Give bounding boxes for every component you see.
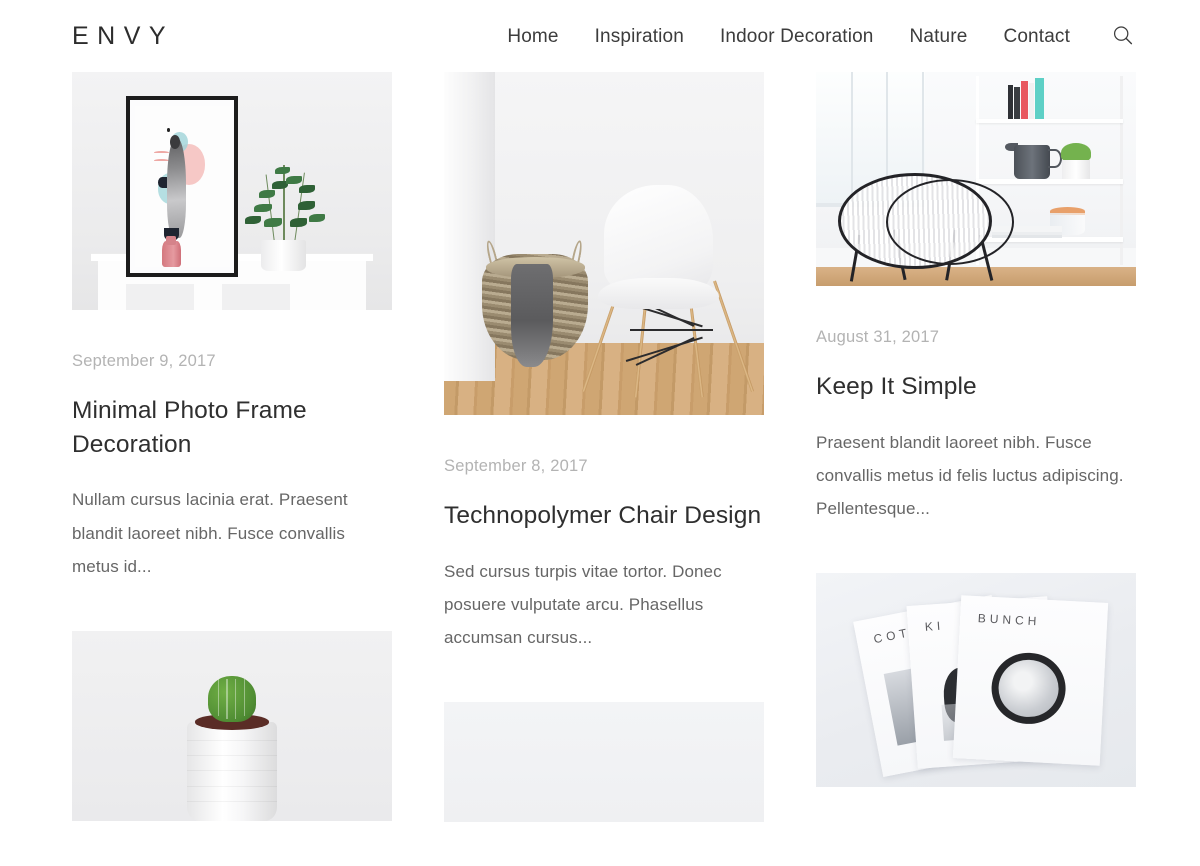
post-card[interactable]: September 8, 2017 Technopolymer Chair De… — [444, 72, 764, 654]
nav-item-inspiration[interactable]: Inspiration — [577, 27, 702, 46]
post-thumbnail-pale[interactable] — [444, 702, 764, 823]
post-thumbnail-framed-photo[interactable] — [72, 72, 392, 310]
main-navigation: Home Inspiration Indoor Decoration Natur… — [489, 23, 1140, 49]
post-title[interactable]: Minimal Photo Frame Decoration — [72, 394, 392, 462]
magazine-label-1: COT — [872, 625, 913, 647]
post-grid: September 9, 2017 Minimal Photo Frame De… — [0, 72, 1200, 866]
post-thumbnail-round-chair[interactable] — [816, 72, 1136, 286]
post-title[interactable]: Keep It Simple — [816, 370, 1136, 404]
search-button[interactable] — [1110, 23, 1136, 49]
site-logo[interactable]: ENVY — [72, 23, 174, 49]
magazine-label-3: BUNCH — [977, 610, 1041, 628]
post-card[interactable]: August 31, 2017 Keep It Simple Praesent … — [816, 72, 1136, 525]
site-header: ENVY Home Inspiration Indoor Decoration … — [0, 0, 1200, 72]
grid-column-3: August 31, 2017 Keep It Simple Praesent … — [816, 72, 1136, 835]
grid-column-2: September 8, 2017 Technopolymer Chair De… — [444, 72, 764, 866]
post-thumbnail-chair[interactable] — [444, 72, 764, 415]
post-thumbnail-magazines[interactable]: COT KI BUNCH — [816, 573, 1136, 788]
nav-item-home[interactable]: Home — [489, 27, 576, 46]
post-excerpt: Praesent blandit laoreet nibh. Fusce con… — [816, 432, 1124, 518]
post-title[interactable]: Technopolymer Chair Design — [444, 499, 764, 533]
grid-column-1: September 9, 2017 Minimal Photo Frame De… — [72, 72, 392, 866]
nav-item-contact[interactable]: Contact — [985, 27, 1088, 46]
post-card[interactable]: September 9, 2017 Minimal Photo Frame De… — [72, 72, 392, 583]
post-date: September 8, 2017 — [444, 457, 588, 475]
post-card[interactable]: COT KI BUNCH — [816, 573, 1136, 788]
post-excerpt: Nullam cursus lacinia erat. Praesent bla… — [72, 490, 348, 576]
post-date: September 9, 2017 — [72, 352, 216, 370]
post-date: August 31, 2017 — [816, 328, 940, 346]
post-thumbnail-cactus[interactable] — [72, 630, 392, 821]
post-card[interactable] — [72, 630, 392, 821]
magazine-label-2: KI — [924, 617, 945, 634]
nav-item-indoor-decoration[interactable]: Indoor Decoration — [702, 27, 892, 46]
post-excerpt: Sed cursus turpis vitae tortor. Donec po… — [444, 561, 722, 647]
nav-item-nature[interactable]: Nature — [892, 27, 986, 46]
search-icon — [1113, 26, 1133, 45]
post-card[interactable] — [444, 702, 764, 823]
